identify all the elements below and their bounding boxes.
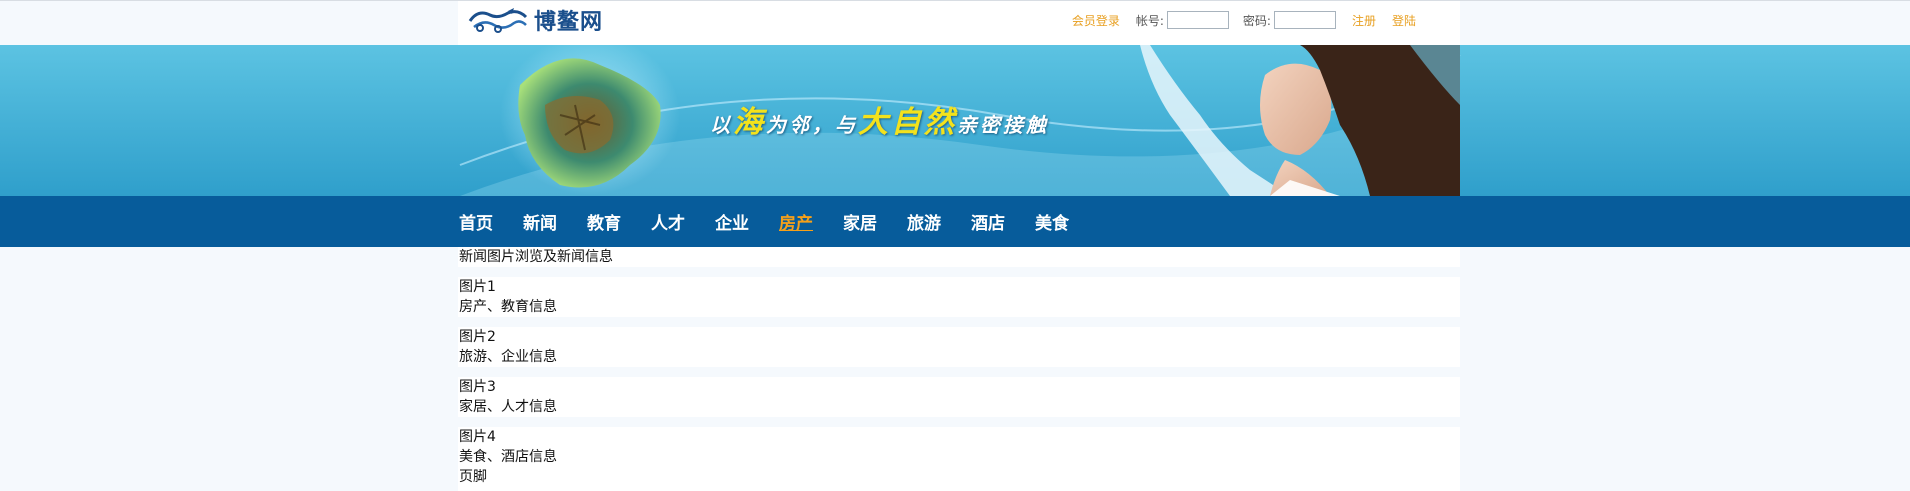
account-label: 帐号: — [1135, 13, 1164, 28]
nav-item-enterprise[interactable]: 企业 — [715, 209, 749, 234]
block-desc: 房产、教育信息 — [459, 299, 557, 315]
banner-slogan: 以海为邻，与大自然亲密接触 — [710, 97, 1049, 141]
login-link[interactable]: 登陆 — [1392, 12, 1416, 29]
dragon-logo-icon — [468, 8, 528, 33]
block-desc: 家居、人才信息 — [459, 399, 557, 415]
nav-item-home[interactable]: 首页 — [459, 209, 493, 234]
block-desc: 美食、酒店信息 — [459, 449, 557, 465]
login-area: 会员登录 帐号: 密码: 注册 登陆 — [1072, 11, 1430, 29]
block-title: 图片1 — [459, 279, 496, 295]
main-content: 新闻图片浏览及新闻信息 图片1 房产、教育信息 图片2 旅游、企业信息 图片3 … — [458, 247, 1460, 487]
password-label: 密码: — [1242, 13, 1271, 28]
nav-item-talent[interactable]: 人才 — [651, 209, 685, 234]
content-block: 图片2 旅游、企业信息 — [458, 327, 1460, 367]
content-block: 图片1 房产、教育信息 — [458, 277, 1460, 317]
main-nav: 首页 新闻 教育 人才 企业 房产 家居 旅游 酒店 美食 — [0, 196, 1910, 247]
nav-item-food[interactable]: 美食 — [1035, 209, 1069, 234]
news-heading-block: 新闻图片浏览及新闻信息 — [458, 247, 1460, 267]
content-block: 图片4 美食、酒店信息 页脚 — [458, 427, 1460, 487]
slogan-highlight: 海 — [733, 105, 766, 140]
slogan-highlight: 大自然 — [858, 105, 957, 140]
block-desc: 旅游、企业信息 — [459, 349, 557, 365]
top-bar-inner: 博鳌网 会员登录 帐号: 密码: 注册 登陆 — [458, 1, 1460, 45]
block-title: 图片2 — [459, 329, 496, 345]
register-link[interactable]: 注册 — [1352, 12, 1376, 29]
top-bar: 博鳌网 会员登录 帐号: 密码: 注册 登陆 — [0, 0, 1910, 45]
slogan-part: 亲密接触 — [957, 113, 1049, 137]
password-input[interactable] — [1273, 11, 1336, 29]
nav-item-hotel[interactable]: 酒店 — [971, 209, 1005, 234]
block-title: 图片3 — [459, 379, 496, 395]
nav-item-news[interactable]: 新闻 — [523, 209, 557, 234]
page-footer: 页脚 — [459, 469, 487, 485]
block-title: 图片4 — [459, 429, 496, 445]
news-heading: 新闻图片浏览及新闻信息 — [459, 249, 613, 265]
slogan-part: 以 — [710, 113, 733, 137]
nav-item-education[interactable]: 教育 — [587, 209, 621, 234]
nav-item-real-estate[interactable]: 房产 — [779, 209, 813, 234]
slogan-part: 为邻，与 — [766, 113, 858, 137]
logo-text: 博鳌网 — [534, 9, 604, 35]
nav-item-home-living[interactable]: 家居 — [843, 209, 877, 234]
site-logo[interactable]: 博鳌网 — [468, 5, 603, 35]
banner: 以海为邻，与大自然亲密接触 — [0, 45, 1910, 196]
account-input[interactable] — [1166, 11, 1229, 29]
member-login-label: 会员登录 — [1071, 13, 1120, 28]
content-block: 图片3 家居、人才信息 — [458, 377, 1460, 417]
nav-item-travel[interactable]: 旅游 — [907, 209, 941, 234]
footer-strip — [458, 487, 1460, 491]
nav-items: 首页 新闻 教育 人才 企业 房产 家居 旅游 酒店 美食 — [459, 196, 1099, 247]
